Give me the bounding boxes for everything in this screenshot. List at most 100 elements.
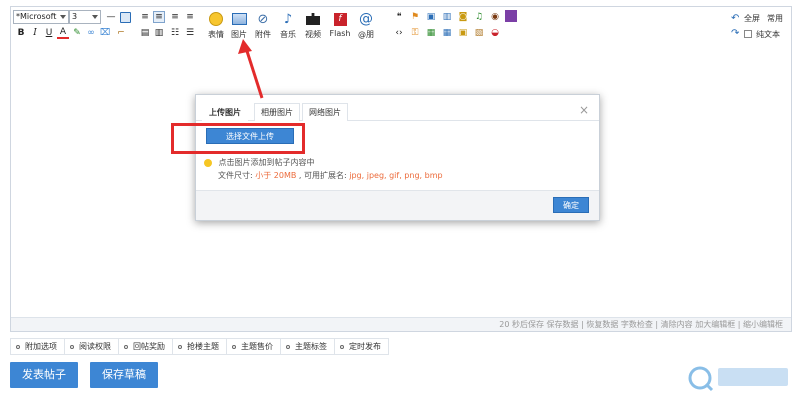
- flash-button[interactable]: f Flash: [327, 11, 353, 43]
- tab-web-label: 网络图片: [309, 108, 341, 117]
- font-color-icon[interactable]: A: [57, 27, 69, 39]
- highlight-icon[interactable]: ✎: [71, 27, 83, 39]
- flash-label: Flash: [329, 29, 351, 38]
- music-button[interactable]: ♪ 音乐: [277, 11, 299, 43]
- common-mode-button[interactable]: 常用: [767, 13, 783, 24]
- option-label: 主题标签: [295, 342, 327, 351]
- option-scheduled-publish[interactable]: 定时发布: [334, 338, 389, 355]
- tab-album-label: 相册图片: [261, 108, 293, 117]
- audio-icon[interactable]: ♫: [473, 11, 485, 23]
- horizontal-rule-icon[interactable]: —: [105, 11, 117, 23]
- annotation-arrow: [238, 39, 264, 99]
- post-options-bar: 附加选项 阅读权限 回帖奖励 抢楼主题 主题售价 主题标签 定时发布: [10, 338, 389, 355]
- password-icon[interactable]: ⚿: [409, 27, 421, 39]
- align-right-icon[interactable]: ≡: [184, 11, 196, 23]
- unlink-icon[interactable]: ⌧: [99, 27, 111, 39]
- fullscreen-button[interactable]: 全屏: [744, 13, 760, 24]
- tab-upload-image[interactable]: 上传图片: [202, 103, 248, 121]
- ext-label: , 可用扩展名:: [296, 171, 350, 180]
- underline-icon[interactable]: U: [43, 27, 55, 39]
- media-icon[interactable]: [505, 10, 517, 22]
- at-button[interactable]: @ @朋: [355, 11, 377, 43]
- align-justify-icon[interactable]: ≡: [153, 11, 165, 23]
- quote-icon[interactable]: ❝: [393, 11, 405, 23]
- float-right-icon[interactable]: ▥: [153, 27, 165, 39]
- video-label: 视频: [305, 30, 321, 39]
- option-extra[interactable]: 附加选项: [10, 338, 64, 355]
- option-label: 附加选项: [25, 342, 57, 351]
- align-left-icon[interactable]: ≡: [139, 11, 151, 23]
- post-editor-page: *Microsoft 3 — ≡ ≡ ≡ ≡ B I U A ✎ ∞ ⌧ ⌐ ▤…: [0, 0, 800, 406]
- tab-upload-label: 上传图片: [209, 108, 241, 117]
- link-icon[interactable]: ∞: [85, 27, 97, 39]
- chevron-down-icon: [92, 15, 98, 19]
- post-image-icon[interactable]: ▦: [425, 27, 437, 39]
- ext-value: jpg, jpeg, gif, png, bmp: [349, 171, 443, 180]
- plaintext-checkbox[interactable]: [744, 29, 752, 38]
- redo-icon[interactable]: ↷: [731, 28, 739, 39]
- option-topic-tags[interactable]: 主题标签: [280, 338, 334, 355]
- option-dot-icon: [70, 344, 74, 349]
- option-dot-icon: [286, 344, 290, 349]
- close-icon[interactable]: ×: [579, 103, 589, 117]
- option-label: 定时发布: [349, 342, 381, 351]
- format-brush-icon[interactable]: ⌐: [115, 27, 127, 39]
- font-size-select[interactable]: 3: [69, 10, 101, 24]
- image-icon: [231, 11, 247, 27]
- option-topic-price[interactable]: 主题售价: [226, 338, 280, 355]
- flash-icon: f: [332, 11, 348, 27]
- music-icon: ♪: [283, 11, 293, 27]
- tab-album-image[interactable]: 相册图片: [254, 103, 300, 121]
- ordered-list-icon[interactable]: ☷: [169, 27, 181, 39]
- save-draft-button[interactable]: 保存草稿: [90, 362, 158, 388]
- editor-toolbar: *Microsoft 3 — ≡ ≡ ≡ ≡ B I U A ✎ ∞ ⌧ ⌐ ▤…: [11, 7, 791, 43]
- emoticon-label: 表情: [208, 30, 224, 39]
- bg-icon[interactable]: ▧: [473, 27, 485, 39]
- unordered-list-icon[interactable]: ☰: [184, 27, 196, 39]
- highlight-box: [171, 123, 305, 154]
- size-value: 小于 20MB: [255, 171, 297, 180]
- option-dot-icon: [178, 344, 182, 349]
- font-size-value: 3: [72, 12, 78, 21]
- hide-icon[interactable]: ⚑: [409, 11, 421, 23]
- dialog-footer: 确定: [196, 190, 599, 220]
- watermark-logo: [688, 366, 788, 392]
- free-icon[interactable]: ▣: [425, 11, 437, 23]
- editor-statusbar: 20 秒后保存 保存数据 | 恢复数据 字数检查 | 清除内容 加大编辑框 | …: [11, 317, 791, 331]
- tab-web-image[interactable]: 网络图片: [302, 103, 348, 121]
- option-floor-grab[interactable]: 抢楼主题: [172, 338, 226, 355]
- plaintext-label: 纯文本: [756, 30, 780, 39]
- code-icon[interactable]: ‹›: [393, 27, 405, 39]
- music-box-icon[interactable]: ◉: [489, 11, 501, 23]
- ok-button[interactable]: 确定: [553, 197, 589, 213]
- video-icon: [305, 11, 321, 27]
- italic-icon[interactable]: I: [29, 27, 41, 39]
- at-label: @朋: [358, 30, 374, 39]
- emoticon-button[interactable]: 表情: [205, 11, 227, 43]
- table-insert-icon[interactable]: ▥: [441, 11, 453, 23]
- option-dot-icon: [16, 344, 20, 349]
- bold-icon[interactable]: B: [15, 27, 27, 39]
- lightbulb-icon: [204, 158, 212, 167]
- undo-icon[interactable]: ↶: [731, 13, 739, 24]
- index-icon[interactable]: ◙: [457, 11, 469, 23]
- option-dot-icon: [340, 344, 344, 349]
- fire-icon[interactable]: ◒: [489, 27, 501, 39]
- statusbar-text: 20 秒后保存 保存数据 | 恢复数据 字数检查 | 清除内容 加大编辑框 | …: [499, 320, 783, 329]
- option-reply-reward[interactable]: 回帖奖励: [118, 338, 172, 355]
- font-family-value: *Microsoft: [16, 12, 57, 21]
- page-icon[interactable]: ▣: [457, 27, 469, 39]
- grid-icon[interactable]: ▦: [441, 27, 453, 39]
- upload-hint: 点击图片添加到帖子内容中: [204, 157, 315, 168]
- music-label: 音乐: [280, 30, 296, 39]
- table-icon[interactable]: [119, 11, 131, 23]
- publish-post-button[interactable]: 发表帖子: [10, 362, 78, 388]
- image-upload-dialog: 上传图片 相册图片 网络图片 × 选择文件上传 点击图片添加到帖子内容中 文件尺…: [195, 94, 600, 221]
- emoticon-icon: [208, 11, 224, 27]
- float-left-icon[interactable]: ▤: [139, 27, 151, 39]
- option-read-permission[interactable]: 阅读权限: [64, 338, 118, 355]
- file-size-info: 文件尺寸: 小于 20MB , 可用扩展名: jpg, jpeg, gif, p…: [218, 170, 443, 181]
- align-center-icon[interactable]: ≡: [169, 11, 181, 23]
- font-family-select[interactable]: *Microsoft: [13, 10, 69, 24]
- video-button[interactable]: 视频: [302, 11, 324, 43]
